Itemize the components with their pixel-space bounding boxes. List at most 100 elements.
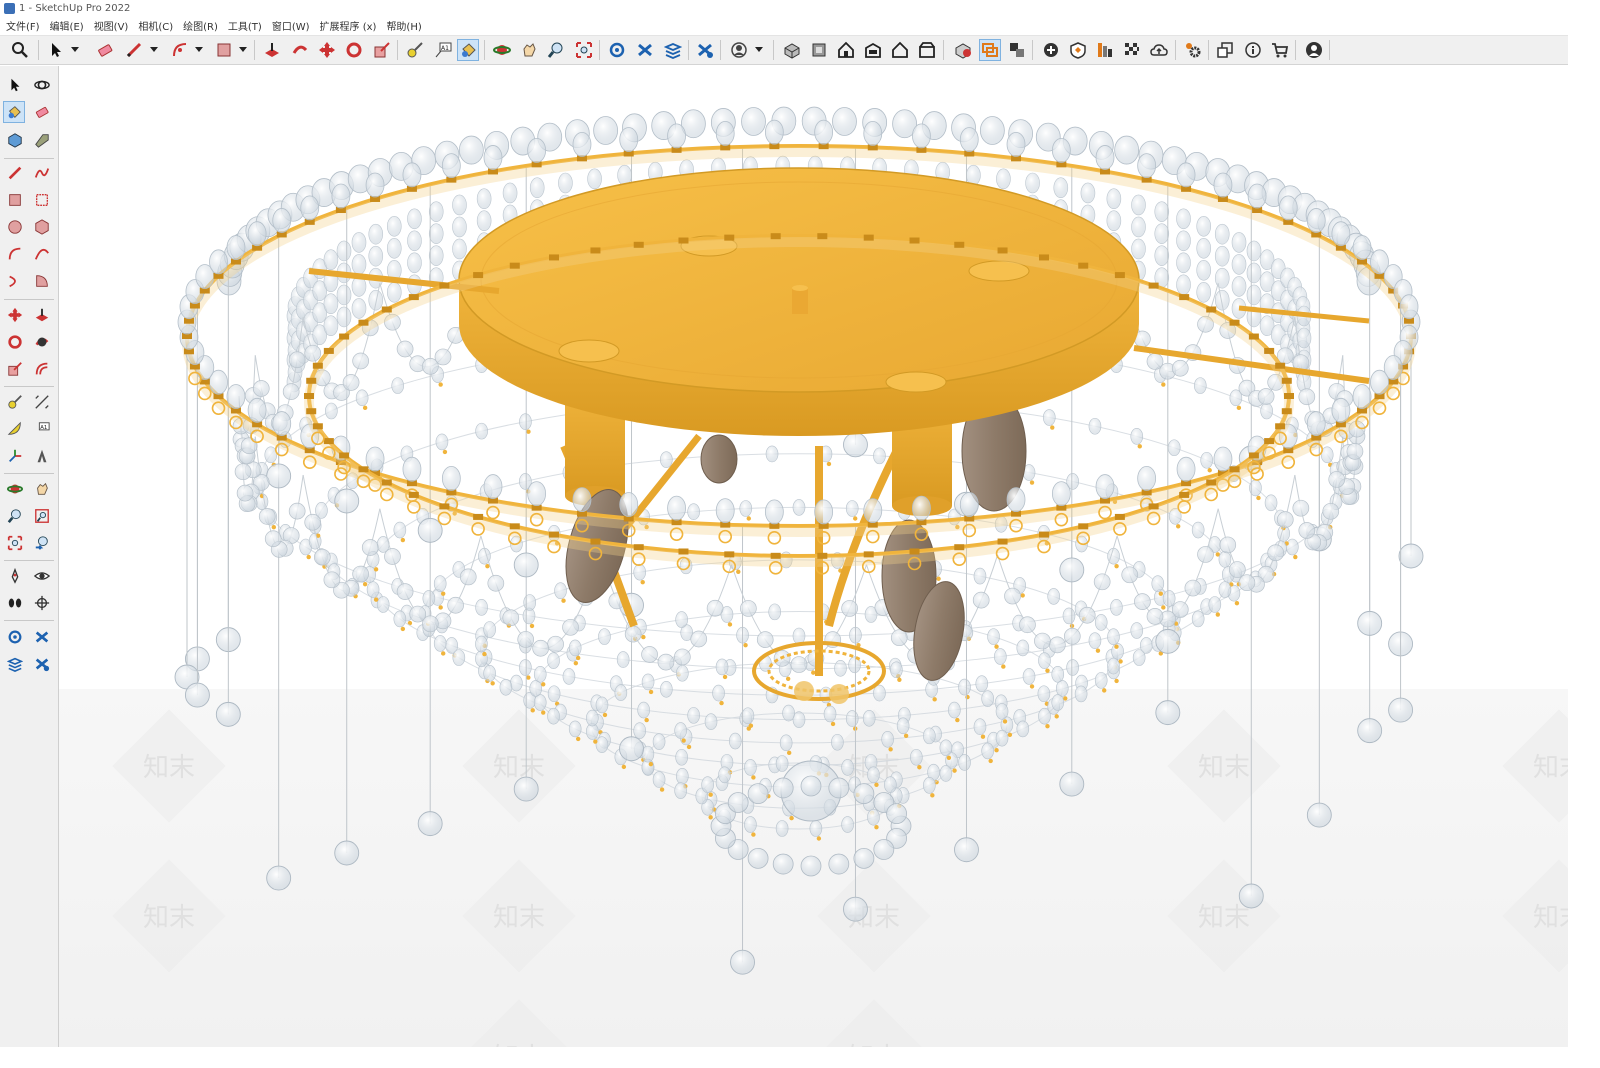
arc-dropdown-icon[interactable] (195, 39, 203, 61)
walk-icon[interactable] (4, 592, 26, 614)
zoom-window-icon[interactable] (31, 505, 53, 527)
pencil-dropdown-icon[interactable] (150, 39, 158, 61)
rotated-rectangle-icon[interactable] (31, 189, 53, 211)
menu-camera[interactable]: 相机(C) (133, 18, 178, 33)
pie-icon[interactable] (31, 270, 53, 292)
pencil-icon[interactable] (4, 162, 26, 184)
paint-bucket-icon[interactable] (457, 39, 479, 61)
text-icon[interactable]: A1 (31, 418, 53, 440)
add-location-icon[interactable] (1040, 39, 1062, 61)
rotate-icon[interactable] (343, 39, 365, 61)
move-icon[interactable] (4, 304, 26, 326)
menu-view[interactable]: 视图(V) (89, 18, 134, 33)
two-point-arc-icon[interactable] (31, 243, 53, 265)
account-dropdown-icon[interactable] (755, 39, 763, 61)
circle-icon[interactable] (4, 216, 26, 238)
menu-help[interactable]: 帮助(H) (381, 18, 426, 33)
previous-view-icon[interactable] (31, 532, 53, 554)
back-view-icon[interactable] (889, 39, 911, 61)
iso-view-icon[interactable] (781, 39, 803, 61)
paint-bucket-icon[interactable] (3, 101, 25, 123)
orbit2-icon[interactable] (4, 478, 26, 500)
section-plane-icon[interactable] (979, 39, 1001, 61)
menu-edit[interactable]: 编辑(E) (45, 18, 89, 33)
settings-icon[interactable] (1182, 39, 1204, 61)
extension-warehouse-icon[interactable] (634, 39, 656, 61)
move-icon[interactable] (316, 39, 338, 61)
fog-icon[interactable] (1121, 39, 1143, 61)
follow-me-icon[interactable] (31, 331, 53, 353)
three-point-arc-icon[interactable] (4, 270, 26, 292)
left-view-icon[interactable] (916, 39, 938, 61)
pencil-icon[interactable] (123, 39, 145, 61)
freehand-icon[interactable] (31, 162, 53, 184)
select-icon[interactable] (45, 39, 67, 61)
zoom-icon[interactable] (545, 39, 567, 61)
zoom-icon[interactable] (4, 505, 26, 527)
cloud-icon[interactable] (1148, 39, 1170, 61)
pan-icon[interactable] (518, 39, 540, 61)
account-icon[interactable] (728, 39, 750, 61)
zoom-extents-icon[interactable] (573, 39, 595, 61)
extension-manager-icon[interactable] (31, 653, 53, 675)
3d-text-icon[interactable] (31, 445, 53, 467)
look-around-icon[interactable] (31, 565, 53, 587)
user-icon[interactable] (1303, 39, 1325, 61)
section-plane-icon[interactable] (31, 592, 53, 614)
warehouse-icon[interactable] (4, 626, 26, 648)
push-pull-icon[interactable] (31, 304, 53, 326)
eraser-icon[interactable] (31, 101, 53, 123)
menu-draw[interactable]: 绘图(R) (178, 18, 223, 33)
polygon-icon[interactable] (31, 216, 53, 238)
front-view-icon[interactable] (835, 39, 857, 61)
arc-icon[interactable] (4, 243, 26, 265)
extension-manager-icon[interactable] (694, 39, 716, 61)
warehouse-icon[interactable] (606, 39, 628, 61)
menu-window[interactable]: 窗口(W) (267, 18, 315, 33)
follow-me-icon[interactable] (289, 39, 311, 61)
position-camera-icon[interactable] (4, 565, 26, 587)
rectangle-dropdown-icon[interactable] (239, 39, 247, 61)
scale-icon[interactable] (4, 358, 26, 380)
text-icon[interactable]: A1 (432, 39, 454, 61)
extension-warehouse-icon[interactable] (31, 626, 53, 648)
right-view-icon[interactable] (862, 39, 884, 61)
menu-tools[interactable]: 工具(T) (223, 18, 267, 33)
zoom-extents-icon[interactable] (4, 532, 26, 554)
model-viewport[interactable]: 知末知末知末知末知末知末知末知末知末知末知末知末 (59, 66, 1568, 1047)
rotate-icon[interactable] (4, 331, 26, 353)
search-icon[interactable] (9, 39, 31, 61)
cart-icon[interactable] (1269, 39, 1291, 61)
chandelier-model[interactable]: 知末知末知末知末知末知末知末知末知末知末知末知末 (59, 66, 1568, 1047)
info-icon[interactable] (1242, 39, 1264, 61)
top-view-icon[interactable] (808, 39, 830, 61)
dimension-icon[interactable] (31, 391, 53, 413)
outliner-icon[interactable] (1214, 39, 1236, 61)
styles-icon[interactable] (1094, 39, 1116, 61)
eraser-icon[interactable] (94, 39, 116, 61)
component-icon[interactable] (4, 129, 26, 151)
orbit-icon[interactable] (31, 74, 53, 96)
pan-icon[interactable] (31, 478, 53, 500)
orbit-icon[interactable] (491, 39, 513, 61)
tape-measure-icon[interactable] (404, 39, 426, 61)
push-pull-icon[interactable] (261, 39, 283, 61)
tag-icon[interactable] (31, 129, 53, 151)
layout-icon[interactable] (4, 653, 26, 675)
protractor-icon[interactable] (4, 418, 26, 440)
rectangle-icon[interactable] (4, 189, 26, 211)
xray-icon[interactable] (952, 39, 974, 61)
menu-file[interactable]: 文件(F) (0, 18, 45, 33)
rectangle-icon[interactable] (213, 39, 235, 61)
axes-icon[interactable] (4, 445, 26, 467)
shadow-icon[interactable] (1067, 39, 1089, 61)
select-icon[interactable] (4, 74, 26, 96)
select-dropdown-icon[interactable] (71, 39, 79, 61)
scale-icon[interactable] (371, 39, 393, 61)
menu-extensions[interactable]: 扩展程序 (x) (315, 18, 382, 33)
section-cut-icon[interactable] (1006, 39, 1028, 61)
offset-icon[interactable] (31, 358, 53, 380)
arc-icon[interactable] (169, 39, 191, 61)
tape-measure-icon[interactable] (4, 391, 26, 413)
layout-icon[interactable] (662, 39, 684, 61)
